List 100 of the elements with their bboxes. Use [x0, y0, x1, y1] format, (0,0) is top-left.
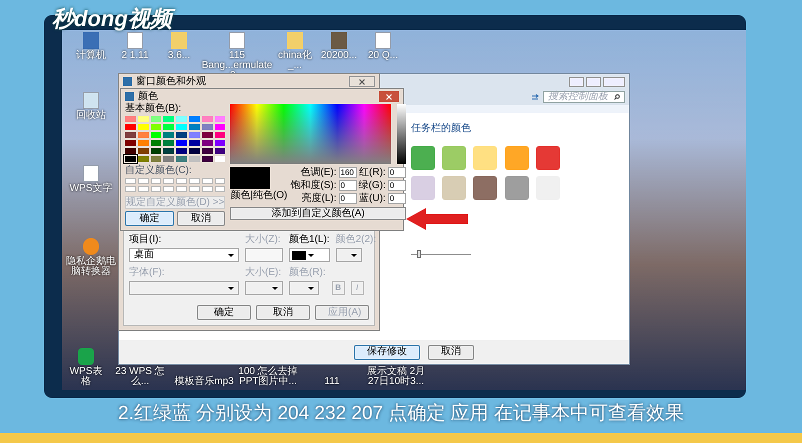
color-spectrum[interactable]: [230, 104, 391, 164]
close-button[interactable]: [603, 76, 625, 86]
custom-color-cell[interactable]: [214, 178, 226, 184]
dialog-button[interactable]: 确定: [125, 211, 174, 226]
color-swatch[interactable]: [536, 146, 560, 170]
number-field[interactable]: 0: [338, 193, 356, 204]
custom-color-cell[interactable]: [176, 186, 187, 192]
custom-color-cell[interactable]: [150, 178, 162, 184]
color-cell[interactable]: [176, 124, 187, 130]
color-cell[interactable]: [138, 124, 149, 130]
color-cell[interactable]: [125, 132, 136, 138]
custom-color-cell[interactable]: [202, 186, 213, 192]
custom-color-cell[interactable]: [188, 178, 200, 184]
slider-thumb[interactable]: [417, 250, 421, 258]
close-button[interactable]: [349, 76, 375, 87]
desktop-icon-label[interactable]: WPS表格: [66, 367, 106, 387]
desktop-icon-label[interactable]: 展示文稿 2月 27日10时3...: [366, 367, 426, 387]
color-swatch[interactable]: [473, 176, 498, 200]
dialog-button[interactable]: 取消: [176, 211, 226, 226]
custom-color-cell[interactable]: [125, 178, 136, 184]
color-cell[interactable]: [188, 124, 200, 130]
color-cell[interactable]: [176, 116, 187, 122]
color-cell[interactable]: [150, 148, 162, 154]
color-swatch[interactable]: [411, 146, 435, 170]
color-swatch[interactable]: [504, 176, 529, 200]
color-cell[interactable]: [138, 132, 149, 138]
color-cell[interactable]: [150, 116, 162, 122]
luminance-bar[interactable]: [396, 104, 406, 164]
desktop-icon-label[interactable]: 23 WPS 怎么...: [110, 367, 170, 387]
dialog-button[interactable]: 取消: [428, 344, 474, 360]
color-cell[interactable]: [214, 156, 226, 162]
dropdown[interactable]: 桌面: [129, 248, 239, 262]
custom-color-cell[interactable]: [163, 186, 174, 192]
size-spinner[interactable]: [245, 248, 283, 262]
color-cell[interactable]: [125, 140, 136, 146]
intensity-slider[interactable]: [411, 250, 471, 258]
color-cell[interactable]: [188, 148, 200, 154]
color-swatch[interactable]: [442, 176, 466, 200]
color-cell[interactable]: [138, 140, 149, 146]
color-cell[interactable]: [163, 148, 174, 154]
color-picker-button[interactable]: [289, 248, 330, 262]
color-cell[interactable]: [163, 156, 174, 162]
maximize-button[interactable]: [586, 76, 601, 86]
custom-color-cell[interactable]: [138, 178, 149, 184]
color-cell[interactable]: [125, 116, 136, 122]
color-cell[interactable]: [125, 124, 136, 130]
number-field[interactable]: 0: [338, 180, 356, 191]
custom-color-cell[interactable]: [138, 186, 149, 192]
dialog-button[interactable]: 保存修改: [354, 344, 420, 360]
desktop-icon-label[interactable]: 隐私企鹅电脑转换器: [66, 257, 116, 277]
color-swatch[interactable]: [442, 146, 466, 170]
color-cell[interactable]: [214, 124, 226, 130]
custom-color-cell[interactable]: [176, 178, 187, 184]
desktop-icon-label[interactable]: 模板音乐mp3: [174, 377, 234, 387]
desktop-icon-label[interactable]: 100 怎么去掉 PPT图片中...: [238, 367, 298, 387]
color-swatch[interactable]: [411, 176, 435, 200]
color-cell[interactable]: [188, 156, 200, 162]
dropdown[interactable]: [289, 281, 319, 295]
close-button[interactable]: [379, 91, 399, 102]
color-cell[interactable]: [163, 140, 174, 146]
color-cell[interactable]: [138, 156, 149, 162]
color-swatch[interactable]: [504, 146, 529, 170]
color-cell[interactable]: [188, 116, 200, 122]
color-cell[interactable]: [163, 116, 174, 122]
custom-color-cell[interactable]: [163, 178, 174, 184]
color-cell[interactable]: [214, 148, 226, 154]
color-cell[interactable]: [214, 132, 226, 138]
color-cell[interactable]: [188, 140, 200, 146]
color-cell[interactable]: [176, 148, 187, 154]
color-cell[interactable]: [214, 116, 226, 122]
color-cell[interactable]: [202, 116, 213, 122]
custom-color-cell[interactable]: [125, 186, 136, 192]
color-cell[interactable]: [125, 156, 136, 162]
custom-color-cell[interactable]: [202, 178, 213, 184]
minimize-button[interactable]: [569, 76, 584, 86]
color-cell[interactable]: [202, 124, 213, 130]
custom-color-cell[interactable]: [150, 186, 162, 192]
color-cell[interactable]: [176, 132, 187, 138]
number-field[interactable]: 0: [388, 193, 406, 204]
desktop-icon-label[interactable]: 111: [324, 377, 340, 387]
color-cell[interactable]: [163, 132, 174, 138]
dialog-button[interactable]: 确定: [197, 305, 251, 320]
color-cell[interactable]: [138, 148, 149, 154]
dialog-button[interactable]: 取消: [256, 305, 310, 320]
color-cell[interactable]: [150, 132, 162, 138]
add-to-custom-colors-button[interactable]: 添加到自定义颜色(A): [230, 207, 406, 220]
color-cell[interactable]: [214, 140, 226, 146]
color-cell[interactable]: [163, 124, 174, 130]
dropdown[interactable]: [336, 248, 362, 262]
color-cell[interactable]: [202, 156, 213, 162]
custom-color-cell[interactable]: [188, 186, 200, 192]
color-cell[interactable]: [202, 132, 213, 138]
number-field[interactable]: 160: [338, 167, 356, 178]
number-field[interactable]: 0: [388, 180, 406, 191]
color-cell[interactable]: [138, 116, 149, 122]
color-cell[interactable]: [202, 148, 213, 154]
color-cell[interactable]: [150, 156, 162, 162]
color-cell[interactable]: [150, 140, 162, 146]
color-cell[interactable]: [176, 156, 187, 162]
color-cell[interactable]: [176, 140, 187, 146]
